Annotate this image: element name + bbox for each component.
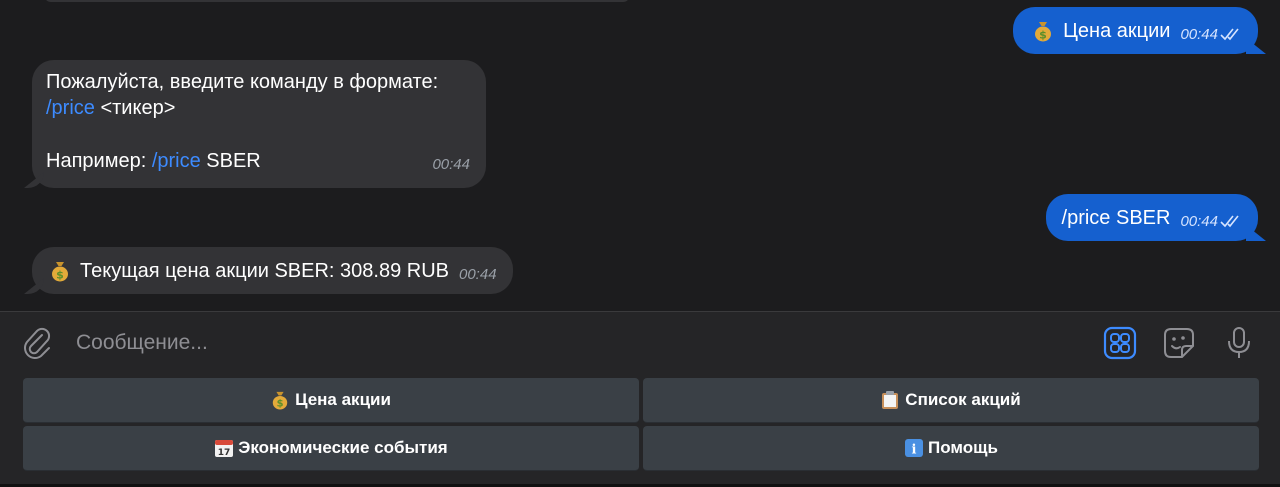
message-line: Пожалуйста, введите команду в формате: <box>46 71 439 93</box>
keyboard-button-label: Цена акции <box>295 390 391 409</box>
message-input[interactable] <box>66 324 986 362</box>
microphone-icon[interactable] <box>1222 326 1256 360</box>
command-link[interactable]: /price <box>152 150 201 172</box>
message-time: 00:44 <box>432 156 470 173</box>
message-time: 00:44 <box>1180 209 1242 235</box>
bot-keyboard: $ Цена акции Список акций 17 Экономическ… <box>0 374 1280 487</box>
svg-text:17: 17 <box>218 448 231 458</box>
command-link[interactable]: /price <box>46 97 95 119</box>
message-text: Цена акции <box>1063 19 1171 42</box>
keyboard-button-economic-events[interactable]: 17 Экономические события <box>23 426 639 471</box>
message-line: Например: /price SBER <box>46 150 261 172</box>
svg-text:$: $ <box>56 268 64 281</box>
clipboard-icon <box>881 390 899 410</box>
chat-area: $ Цена акции 00:44 Пожалуйста, введите к… <box>0 0 1280 312</box>
incoming-message[interactable]: $ Текущая цена акции SBER: 308.89 RUB 00… <box>32 247 513 294</box>
keyboard-button-help[interactable]: i Помощь <box>643 426 1259 471</box>
money-bag-icon: $ <box>271 390 289 410</box>
keyboard-button-price[interactable]: $ Цена акции <box>23 378 639 423</box>
svg-text:$: $ <box>1039 28 1047 41</box>
message-time: 00:44 <box>459 265 497 283</box>
svg-text:$: $ <box>277 399 284 410</box>
message-text: /price SBER <box>1061 206 1171 229</box>
double-check-icon <box>1220 28 1239 40</box>
svg-text:i: i <box>912 443 917 458</box>
keyboard-button-label: Экономические события <box>238 438 448 457</box>
previous-message-bubble <box>44 0 630 2</box>
keyboard-button-label: Помощь <box>928 438 998 457</box>
paperclip-icon[interactable] <box>20 326 54 360</box>
message-composer <box>0 312 1280 374</box>
message-text: Текущая цена акции SBER: 308.89 RUB <box>80 259 449 282</box>
message-line: /price <тикер> <box>46 97 176 119</box>
calendar-icon: 17 <box>214 438 234 458</box>
outgoing-message[interactable]: /price SBER 00:44 <box>1045 194 1258 241</box>
money-bag-icon: $ <box>1033 20 1053 42</box>
info-icon: i <box>904 438 924 458</box>
message-time: 00:44 <box>1180 22 1242 48</box>
keyboard-button-stock-list[interactable]: Список акций <box>643 378 1259 423</box>
outgoing-message[interactable]: $ Цена акции 00:44 <box>1013 7 1258 54</box>
double-check-icon <box>1220 215 1239 227</box>
money-bag-icon: $ <box>50 260 70 282</box>
bot-keyboard-icon[interactable] <box>1103 326 1137 360</box>
keyboard-button-label: Список акций <box>905 390 1021 409</box>
sticker-icon[interactable] <box>1162 326 1196 360</box>
incoming-message[interactable]: Пожалуйста, введите команду в формате: /… <box>32 60 486 188</box>
